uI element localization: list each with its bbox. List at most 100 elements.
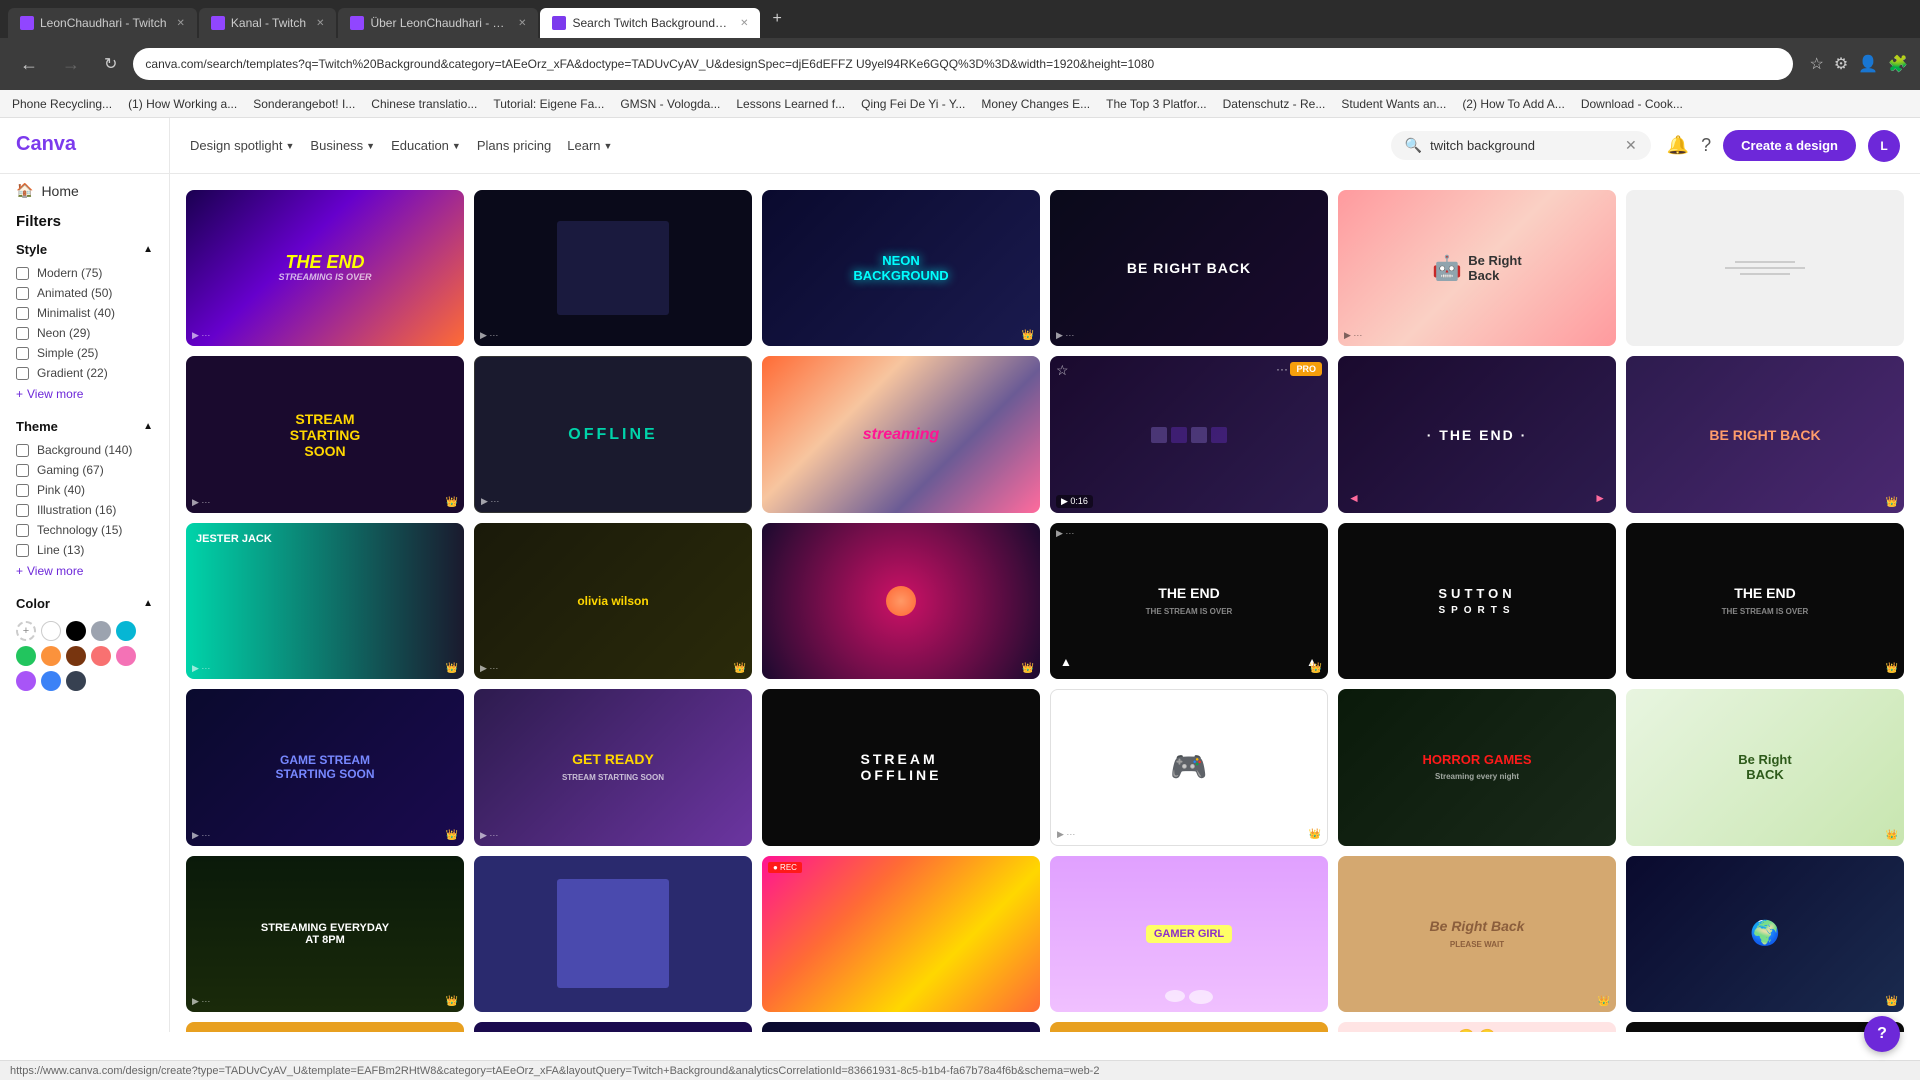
reload-button[interactable]: ↻ bbox=[96, 50, 125, 78]
swatch-brown[interactable] bbox=[66, 646, 86, 666]
swatch-red[interactable] bbox=[91, 646, 111, 666]
theme-gaming-checkbox[interactable] bbox=[16, 464, 29, 477]
bookmark-1[interactable]: Phone Recycling... bbox=[12, 97, 112, 111]
swatch-dark[interactable] bbox=[66, 671, 86, 691]
tab-3-close[interactable]: ✕ bbox=[518, 18, 526, 29]
style-simple-checkbox[interactable] bbox=[16, 347, 29, 360]
tab-4-close[interactable]: ✕ bbox=[740, 18, 748, 29]
swatch-green[interactable] bbox=[16, 646, 36, 666]
nav-education[interactable]: Education▼ bbox=[391, 138, 461, 153]
search-clear-icon[interactable]: ✕ bbox=[1625, 137, 1637, 154]
style-minimalist-checkbox[interactable] bbox=[16, 307, 29, 320]
canva-logo[interactable]: Canva bbox=[16, 130, 96, 162]
create-design-button[interactable]: Create a design bbox=[1723, 130, 1856, 161]
search-bar[interactable]: 🔍 ✕ bbox=[1391, 131, 1651, 160]
new-tab-button[interactable]: + bbox=[762, 10, 791, 28]
theme-technology-checkbox[interactable] bbox=[16, 524, 29, 537]
tab-4-active[interactable]: Search Twitch Background - C... ✕ bbox=[540, 8, 760, 38]
user-avatar[interactable]: L bbox=[1868, 130, 1900, 162]
template-card-17[interactable]: SUTTONSPORTS bbox=[1338, 523, 1616, 679]
tab-1-close[interactable]: ✕ bbox=[177, 18, 185, 29]
bookmark-8[interactable]: Qing Fei De Yi - Y... bbox=[861, 97, 965, 111]
search-input[interactable] bbox=[1430, 138, 1617, 153]
style-minimalist[interactable]: Minimalist (40) bbox=[0, 303, 169, 323]
template-card-4[interactable]: BE RIGHT BACK ▶ ··· bbox=[1050, 190, 1328, 346]
sidebar-home[interactable]: 🏠 Home bbox=[0, 174, 169, 207]
theme-line[interactable]: Line (13) bbox=[0, 540, 169, 560]
extensions-icon[interactable]: 🧩 bbox=[1888, 54, 1908, 74]
template-card-36[interactable]: ··· bbox=[1626, 1022, 1904, 1032]
profile-icon[interactable]: 👤 bbox=[1858, 54, 1878, 74]
address-bar[interactable]: canva.com/search/templates?q=Twitch%20Ba… bbox=[133, 48, 1793, 80]
template-card-1[interactable]: THE ENDSTREAMING IS OVER ▶ ··· bbox=[186, 190, 464, 346]
template-card-35[interactable]: 🙂 🙂 BERIGHT BACK ◄► bbox=[1338, 1022, 1616, 1032]
bell-icon[interactable]: 🔔 bbox=[1667, 135, 1689, 156]
nav-design-spotlight[interactable]: Design spotlight▼ bbox=[190, 138, 294, 153]
style-animated[interactable]: Animated (50) bbox=[0, 283, 169, 303]
help-header-icon[interactable]: ? bbox=[1701, 135, 1711, 156]
nav-business[interactable]: Business▼ bbox=[310, 138, 375, 153]
bookmark-2[interactable]: (1) How Working a... bbox=[128, 97, 237, 111]
template-card-23[interactable]: HORROR GAMESStreaming every night bbox=[1338, 689, 1616, 845]
template-card-22[interactable]: 🎮 ▶ ··· 👑 bbox=[1050, 689, 1328, 845]
bookmark-5[interactable]: Tutorial: Eigene Fa... bbox=[493, 97, 604, 111]
template-card-16[interactable]: THE ENDTHE STREAM IS OVER ▲ ▲ ▶ ··· 👑 bbox=[1050, 523, 1328, 679]
tab-2-close[interactable]: ✕ bbox=[316, 18, 324, 29]
tab-3[interactable]: Über LeonChaudhari - Twitch ✕ bbox=[338, 8, 538, 38]
theme-background[interactable]: Background (140) bbox=[0, 440, 169, 460]
template-card-2[interactable]: ▶ ··· bbox=[474, 190, 752, 346]
theme-illustration-checkbox[interactable] bbox=[16, 504, 29, 517]
theme-filter-title[interactable]: Theme ▲ bbox=[0, 413, 169, 440]
back-button[interactable]: ← bbox=[12, 50, 46, 79]
template-card-28[interactable]: GAMER GIRL bbox=[1050, 856, 1328, 1012]
style-gradient[interactable]: Gradient (22) bbox=[0, 363, 169, 383]
card-10-star[interactable]: ☆ bbox=[1056, 362, 1069, 379]
swatch-white[interactable] bbox=[41, 621, 61, 641]
template-card-9[interactable]: streaming bbox=[762, 356, 1040, 512]
template-card-3[interactable]: NEONBACKGROUND 👑 bbox=[762, 190, 1040, 346]
tab-2[interactable]: Kanal - Twitch ✕ bbox=[199, 8, 337, 38]
swatch-cyan[interactable] bbox=[116, 621, 136, 641]
template-card-14[interactable]: olivia wilson ▶ ··· 👑 bbox=[474, 523, 752, 679]
card-10-dots[interactable]: ··· bbox=[1276, 362, 1288, 376]
template-card-34[interactable]: STREAMSTARTINGSOON bbox=[1050, 1022, 1328, 1032]
template-card-24[interactable]: Be RightBACK 👑 bbox=[1626, 689, 1904, 845]
template-card-13[interactable]: JESTER JACK ▶ ··· 👑 bbox=[186, 523, 464, 679]
swatch-orange[interactable] bbox=[41, 646, 61, 666]
nav-learn[interactable]: Learn▼ bbox=[567, 138, 612, 153]
style-animated-checkbox[interactable] bbox=[16, 287, 29, 300]
style-neon-checkbox[interactable] bbox=[16, 327, 29, 340]
template-card-25[interactable]: STREAMING EVERYDAYAT 8PM ▶ ··· 👑 bbox=[186, 856, 464, 1012]
style-filter-title[interactable]: Style ▲ bbox=[0, 236, 169, 263]
bookmark-13[interactable]: (2) How To Add A... bbox=[1462, 97, 1565, 111]
template-card-21[interactable]: STREAMOFFLINE bbox=[762, 689, 1040, 845]
style-neon[interactable]: Neon (29) bbox=[0, 323, 169, 343]
bookmark-7[interactable]: Lessons Learned f... bbox=[736, 97, 845, 111]
theme-pink[interactable]: Pink (40) bbox=[0, 480, 169, 500]
template-card-8[interactable]: OFFLINE ▶ ··· bbox=[474, 356, 752, 512]
style-modern-checkbox[interactable] bbox=[16, 267, 29, 280]
template-card-12[interactable]: BE RIGHT BACK 👑 bbox=[1626, 356, 1904, 512]
template-card-20[interactable]: GET READYSTREAM STARTING SOON ▶ ··· bbox=[474, 689, 752, 845]
forward-button[interactable]: → bbox=[54, 50, 88, 79]
swatch-pink[interactable] bbox=[116, 646, 136, 666]
theme-gaming[interactable]: Gaming (67) bbox=[0, 460, 169, 480]
bookmark-4[interactable]: Chinese translatio... bbox=[371, 97, 477, 111]
template-card-19[interactable]: GAME STREAMSTARTING SOON ▶ ··· 👑 bbox=[186, 689, 464, 845]
template-card-6[interactable] bbox=[1626, 190, 1904, 346]
template-card-18[interactable]: THE ENDTHE STREAM IS OVER 👑 bbox=[1626, 523, 1904, 679]
theme-background-checkbox[interactable] bbox=[16, 444, 29, 457]
template-card-32[interactable]: THE YARD bbox=[474, 1022, 752, 1032]
template-card-11[interactable]: · THE END · ◄► bbox=[1338, 356, 1616, 512]
style-simple[interactable]: Simple (25) bbox=[0, 343, 169, 363]
theme-pink-checkbox[interactable] bbox=[16, 484, 29, 497]
template-card-5[interactable]: 🤖 Be RightBack ▶ ··· bbox=[1338, 190, 1616, 346]
bookmark-11[interactable]: Datenschutz - Re... bbox=[1223, 97, 1326, 111]
swatch-black[interactable] bbox=[66, 621, 86, 641]
template-card-29[interactable]: Be Right BackPLEASE WAIT 👑 bbox=[1338, 856, 1616, 1012]
bookmark-10[interactable]: The Top 3 Platfor... bbox=[1106, 97, 1207, 111]
swatch-blue[interactable] bbox=[41, 671, 61, 691]
nav-plans-pricing[interactable]: Plans pricing bbox=[477, 138, 551, 153]
template-card-33[interactable]: GAME STREAMSTARTING SOON bbox=[762, 1022, 1040, 1032]
template-card-30[interactable]: 🌍 👑 bbox=[1626, 856, 1904, 1012]
